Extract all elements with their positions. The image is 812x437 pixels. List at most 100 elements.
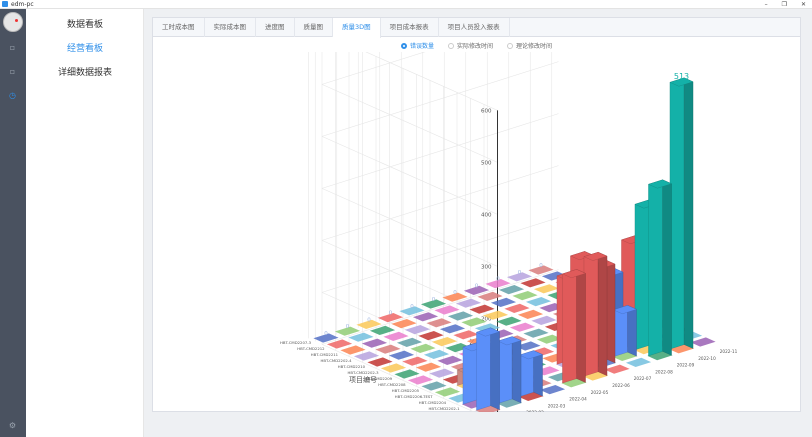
- month-tick-label: 2022-03: [548, 403, 566, 408]
- title-bar: edm-pc – ❐ ✕: [0, 0, 812, 9]
- floor-cell: [525, 296, 552, 307]
- floor-cell: [523, 328, 549, 338]
- tab-project-cost-report[interactable]: 项目成本报表: [381, 18, 439, 37]
- bar-face: [627, 305, 637, 357]
- bar-3d: [562, 269, 586, 384]
- project-tick-label: HBT-CMD2210: [338, 364, 366, 369]
- board-icon[interactable]: ▫: [8, 43, 17, 52]
- z-tick-label: 400: [481, 212, 492, 218]
- menu-item-data-board[interactable]: 数据看板: [26, 17, 144, 30]
- radio-actual-fix-time[interactable]: 实际修改时间: [448, 41, 493, 50]
- radio-theory-fix-time[interactable]: 理论修改时间: [507, 41, 552, 50]
- floor-cell: [402, 356, 428, 366]
- chart-icon[interactable]: ▫: [8, 67, 17, 76]
- grid-line: [321, 84, 498, 163]
- data-label: 0: [475, 283, 479, 289]
- floor-cell: [415, 362, 442, 372]
- floor-cell: [340, 345, 366, 355]
- floor-cell: [604, 364, 630, 374]
- month-tick-label: 2022-10: [698, 356, 716, 361]
- bar-face: [634, 199, 650, 351]
- grid-line: [321, 188, 498, 267]
- floor-cell: [423, 349, 450, 360]
- data-label: 0: [496, 277, 500, 283]
- avatar[interactable]: [3, 12, 23, 32]
- project-tick-label: HBT-CMD2202-4: [320, 358, 352, 363]
- bar-face: [669, 77, 685, 350]
- radio-error-count[interactable]: 错误数量: [401, 41, 434, 50]
- floor-cell: [394, 369, 420, 379]
- grid-line: [321, 113, 559, 189]
- bar-face: [497, 336, 513, 404]
- project-tick-label: HBT-CMD2204: [419, 400, 447, 405]
- floor-cell: [429, 368, 455, 378]
- month-tick-label: 2022-02: [526, 410, 544, 412]
- tab-staff-input-report[interactable]: 项目人员投入报表: [439, 18, 510, 37]
- menu-item-business-board[interactable]: 经营看板: [26, 41, 144, 54]
- floor-cell: [369, 325, 396, 336]
- close-button[interactable]: ✕: [801, 1, 806, 8]
- clock-icon[interactable]: ◷: [8, 91, 17, 100]
- floor-cell: [531, 315, 557, 326]
- floor-cell: [361, 338, 388, 348]
- bar-3d: [648, 179, 672, 357]
- data-label: 0: [432, 297, 436, 303]
- tab-actual-cost[interactable]: 实际成本图: [205, 18, 256, 37]
- month-tick-label: 2022-11: [720, 349, 738, 354]
- floor-cell: [431, 336, 458, 347]
- bar-face: [683, 77, 694, 349]
- maximize-button[interactable]: ❐: [782, 1, 787, 8]
- data-label: 0: [324, 331, 328, 337]
- grid-line: [321, 61, 559, 137]
- floor-cell: [447, 311, 474, 321]
- floor-cell: [477, 291, 503, 302]
- tab-quality-3d[interactable]: 质量3D图: [333, 18, 381, 38]
- quality-3d-chart[interactable]: 0100200300400500600ZHBT-CMD2207-3HBT-CMD…: [153, 52, 800, 412]
- z-tick-label: 300: [481, 264, 492, 270]
- grid-line: [365, 52, 498, 111]
- bar-face: [511, 336, 522, 404]
- radio-dot-icon: [448, 42, 455, 49]
- tab-progress[interactable]: 进度图: [256, 18, 295, 37]
- tab-quality[interactable]: 质量图: [295, 18, 333, 37]
- minimize-button[interactable]: –: [765, 1, 768, 8]
- bar-3d: [669, 77, 694, 350]
- floor-cell: [396, 337, 423, 348]
- data-label: 0: [453, 290, 457, 296]
- bar-3d: [519, 350, 543, 397]
- floor-cell: [418, 330, 444, 341]
- metric-radio-group: 错误数量 实际修改时间 理论修改时间: [401, 41, 552, 50]
- month-tick-label: 2022-09: [677, 363, 695, 368]
- bar-face: [533, 350, 543, 397]
- floor-cell: [539, 384, 566, 395]
- floor-cell: [490, 297, 517, 308]
- app-logo-icon: [2, 1, 8, 7]
- floor-cell: [353, 351, 380, 361]
- left-rail: ▫ ▫ ◷ ⚙: [0, 9, 26, 437]
- project-tick-label: HBT-CMD2205: [392, 388, 420, 393]
- floor-cell: [455, 298, 482, 308]
- side-menu: 数据看板 经营看板 详细数据报表: [26, 9, 144, 437]
- project-tick-label: HBT-CMD2211: [311, 352, 339, 357]
- project-tick-label: HBT-CMD2202-3: [347, 370, 379, 375]
- data-label: 0: [367, 317, 371, 323]
- floor-cell: [434, 305, 460, 315]
- floor-cell: [367, 357, 393, 367]
- bar-3d: [613, 305, 637, 357]
- floor-cell: [469, 304, 495, 314]
- tab-labor-cost[interactable]: 工时成本图: [153, 18, 205, 37]
- month-tick-label: 2022-05: [591, 390, 609, 395]
- floor-cell: [391, 318, 417, 329]
- menu-item-detail-report[interactable]: 详细数据报表: [26, 65, 144, 78]
- bar-face: [662, 179, 672, 356]
- bar-3d: [583, 251, 608, 377]
- grid-line: [321, 136, 498, 215]
- bar-face: [476, 327, 491, 411]
- floor-cell: [326, 339, 353, 349]
- floor-cell: [520, 278, 546, 288]
- settings-icon[interactable]: ⚙: [8, 421, 17, 430]
- data-label: 0: [410, 304, 414, 310]
- floor-cell: [509, 322, 536, 332]
- z-tick-label: 600: [481, 108, 492, 114]
- project-tick-label: HBT-CMD2212: [297, 346, 325, 351]
